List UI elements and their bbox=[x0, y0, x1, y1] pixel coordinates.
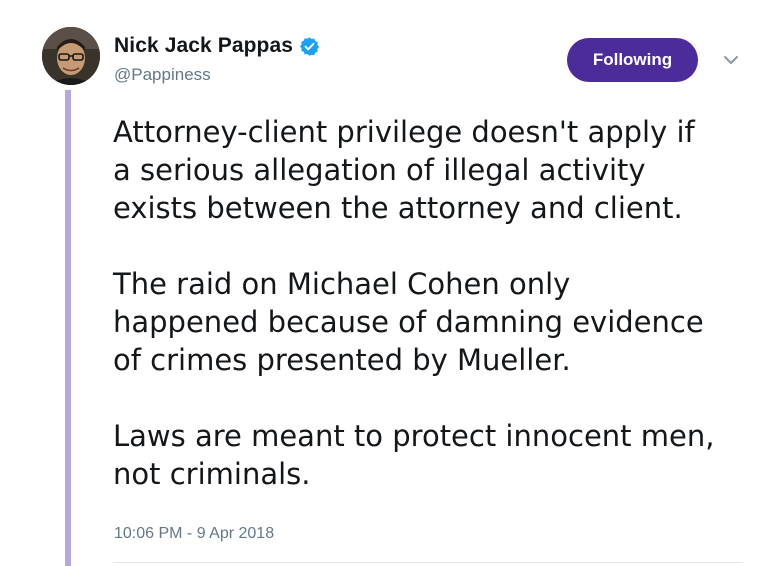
thread-line bbox=[65, 90, 71, 566]
tweet-paragraph: Laws are meant to protect innocent men, … bbox=[113, 417, 753, 493]
tweet-line: of crimes presented by Mueller. bbox=[113, 343, 571, 377]
chevron-down-icon[interactable] bbox=[721, 52, 741, 68]
following-button[interactable]: Following bbox=[567, 38, 698, 82]
display-name[interactable]: Nick Jack Pappas bbox=[114, 34, 293, 58]
tweet-line: exists between the attorney and client. bbox=[113, 191, 683, 225]
tweet-timestamp[interactable]: 10:06 PM - 9 Apr 2018 bbox=[114, 525, 274, 543]
user-handle[interactable]: @Pappiness bbox=[114, 65, 320, 85]
divider bbox=[113, 562, 743, 563]
verified-badge-icon bbox=[300, 36, 320, 56]
tweet-text: Attorney-client privilege doesn't apply … bbox=[113, 113, 753, 493]
tweet-line: Laws are meant to protect innocent men, bbox=[113, 419, 715, 453]
name-row: Nick Jack Pappas bbox=[114, 33, 320, 59]
avatar[interactable] bbox=[42, 27, 100, 85]
tweet-paragraph: Attorney-client privilege doesn't apply … bbox=[113, 113, 753, 227]
author-info: Nick Jack Pappas @Pappiness bbox=[114, 33, 320, 85]
tweet-line: Attorney-client privilege doesn't apply … bbox=[113, 115, 695, 149]
tweet-line: The raid on Michael Cohen only bbox=[113, 267, 571, 301]
tweet-line: a serious allegation of illegal activity bbox=[113, 153, 646, 187]
tweet-line: happened because of damning evidence bbox=[113, 305, 704, 339]
tweet-line: not criminals. bbox=[113, 457, 311, 491]
tweet-paragraph: The raid on Michael Cohen only happened … bbox=[113, 265, 753, 379]
user-avatar-image bbox=[42, 27, 100, 85]
